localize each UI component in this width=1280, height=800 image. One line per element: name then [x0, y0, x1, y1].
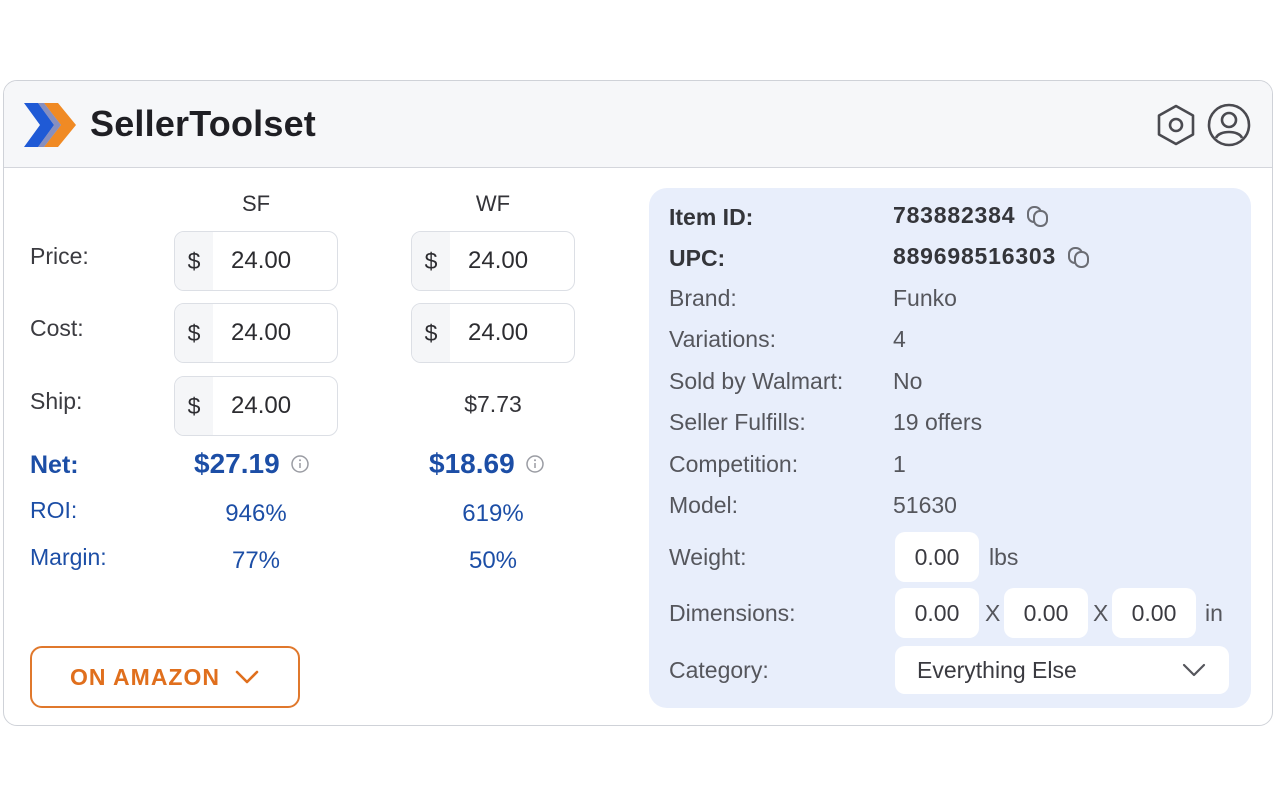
- sf-net-value: $27.19: [194, 448, 280, 479]
- wf-net-value: $18.69: [429, 448, 515, 479]
- copy-icon[interactable]: [1025, 203, 1051, 229]
- cost-label: Cost:: [30, 315, 84, 341]
- margin-label: Margin:: [30, 544, 107, 570]
- sold-by-walmart-value: No: [893, 368, 923, 394]
- brand-value: Funko: [893, 285, 957, 311]
- seller-fulfills-value: 19 offers: [893, 409, 983, 435]
- sf-ship-value: 24.00: [231, 392, 292, 419]
- category-label: Category:: [669, 657, 769, 683]
- roi-label: ROI:: [30, 497, 78, 523]
- sf-roi-value: 946%: [225, 500, 287, 527]
- app-title: SellerToolset: [90, 103, 317, 144]
- chevron-down-icon: [235, 670, 259, 684]
- item-details-card: Item ID: 783882384 UPC: 889698516303 Bra…: [649, 188, 1251, 708]
- variations-value: 4: [893, 326, 906, 352]
- model-value: 51630: [893, 492, 957, 518]
- wf-price-value: 24.00: [468, 247, 529, 274]
- category-select[interactable]: Everything Else: [895, 646, 1229, 694]
- dimensions-label: Dimensions:: [669, 600, 796, 626]
- profit-calculator: SF WF Price: Cost: Ship: Net: ROI: Margi…: [4, 169, 644, 725]
- dimension-length-input[interactable]: 0.00: [895, 588, 979, 638]
- wf-net: $18.69: [429, 448, 545, 480]
- dimension-separator: X: [985, 600, 1001, 626]
- column-header-sf: SF: [241, 191, 271, 216]
- dimension-width-input[interactable]: 0.00: [1004, 588, 1088, 638]
- price-label: Price:: [30, 243, 89, 269]
- wf-ship-value: $7.73: [464, 391, 522, 417]
- sf-price-input[interactable]: $ 24.00: [174, 231, 338, 291]
- item-id: 783882384: [893, 202, 1051, 229]
- currency-symbol: $: [412, 304, 450, 362]
- currency-symbol: $: [175, 232, 213, 290]
- wf-margin-value: 50%: [468, 547, 518, 574]
- item-id-value: 783882384: [893, 202, 1016, 228]
- settings-button[interactable]: [1152, 101, 1200, 149]
- currency-symbol: $: [412, 232, 450, 290]
- dimension-unit: in: [1205, 600, 1223, 626]
- wf-roi-value: 619%: [462, 500, 524, 527]
- dimension-height-input[interactable]: 0.00: [1112, 588, 1196, 638]
- upc: 889698516303: [893, 243, 1092, 270]
- seller-toolset-panel: SellerToolset SF WF Price: Cost: Ship: N…: [3, 80, 1273, 726]
- account-button[interactable]: [1205, 101, 1253, 149]
- seller-fulfills-label: Seller Fulfills:: [669, 409, 806, 435]
- currency-symbol: $: [175, 377, 213, 435]
- upc-value: 889698516303: [893, 243, 1057, 269]
- sf-net: $27.19: [194, 448, 310, 480]
- upc-label: UPC:: [669, 245, 726, 271]
- sf-price-value: 24.00: [231, 247, 292, 274]
- sf-margin-value: 77%: [231, 547, 281, 574]
- sf-cost-input[interactable]: $ 24.00: [174, 303, 338, 363]
- item-id-label: Item ID:: [669, 204, 754, 230]
- dimension-separator: X: [1093, 600, 1109, 626]
- wf-price-input[interactable]: $ 24.00: [411, 231, 575, 291]
- currency-symbol: $: [175, 304, 213, 362]
- ship-label: Ship:: [30, 388, 83, 414]
- category-selected-value: Everything Else: [917, 656, 1077, 683]
- gear-icon: [1157, 104, 1195, 146]
- sellertoolset-logo: [24, 103, 76, 147]
- chevron-down-icon: [1182, 663, 1206, 677]
- net-label: Net:: [30, 451, 79, 479]
- wf-cost-input[interactable]: $ 24.00: [411, 303, 575, 363]
- sold-by-walmart-label: Sold by Walmart:: [669, 368, 844, 394]
- variations-label: Variations:: [669, 326, 776, 352]
- weight-input[interactable]: 0.00: [895, 532, 979, 582]
- info-icon[interactable]: [290, 454, 310, 474]
- panel-header: SellerToolset: [4, 81, 1272, 168]
- on-amazon-label: ON AMAZON: [70, 663, 220, 690]
- sf-cost-value: 24.00: [231, 319, 292, 346]
- weight-unit: lbs: [989, 544, 1019, 570]
- user-icon: [1207, 103, 1251, 147]
- sf-ship-input[interactable]: $ 24.00: [174, 376, 338, 436]
- model-label: Model:: [669, 492, 739, 518]
- copy-icon[interactable]: [1066, 244, 1092, 270]
- info-icon[interactable]: [525, 454, 545, 474]
- brand-label: Brand:: [669, 285, 737, 311]
- on-amazon-dropdown-button[interactable]: ON AMAZON: [30, 646, 300, 708]
- competition-label: Competition:: [669, 451, 799, 477]
- competition-value: 1: [893, 451, 906, 477]
- wf-cost-value: 24.00: [468, 319, 529, 346]
- column-header-wf: WF: [475, 191, 511, 216]
- weight-label: Weight:: [669, 544, 747, 570]
